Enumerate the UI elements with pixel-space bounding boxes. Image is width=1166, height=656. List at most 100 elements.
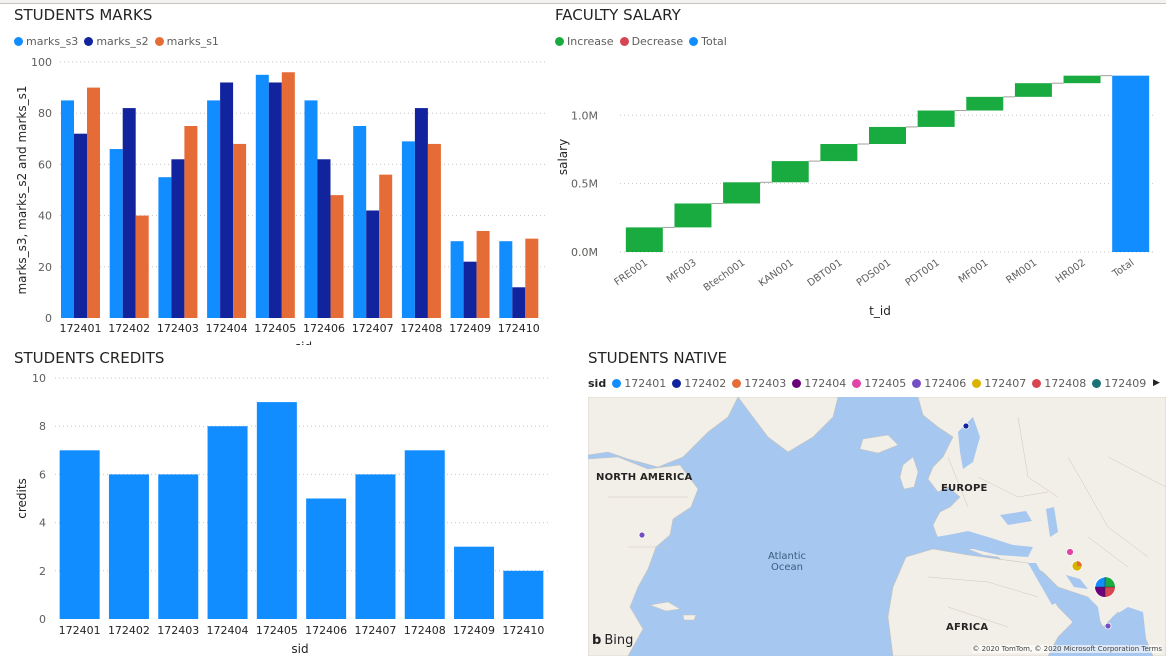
- waterfall-bar[interactable]: [1112, 75, 1150, 252]
- bar-marks_s3[interactable]: [450, 241, 464, 318]
- waterfall-bar[interactable]: [1014, 83, 1052, 97]
- legend-marker-icon: [912, 379, 922, 388]
- bar-credits[interactable]: [158, 474, 199, 619]
- students-credits-visual[interactable]: STUDENTS CREDITS 0 2 4 6 8 10 credits sid 172401…: [0, 345, 560, 656]
- bing-icon: b: [592, 633, 602, 648]
- waterfall-bar[interactable]: [869, 126, 906, 145]
- students-marks-visual[interactable]: STUDENTS MARKS marks_s3 marks_s2 marks_s…: [0, 0, 555, 345]
- map-canvas[interactable]: [588, 397, 1166, 656]
- bar-marks_s1[interactable]: [87, 87, 100, 318]
- map-point-172405[interactable]: [1066, 548, 1074, 556]
- bar-marks_s1[interactable]: [233, 143, 247, 318]
- bar-marks_s2[interactable]: [220, 82, 234, 318]
- bar-credits[interactable]: [404, 450, 445, 619]
- caribbean-islands: [649, 601, 697, 621]
- legend-item-172409[interactable]: 172409: [1092, 377, 1146, 390]
- waterfall-bar[interactable]: [1063, 75, 1101, 84]
- bar-marks_s2[interactable]: [512, 287, 526, 318]
- bar-marks_s3[interactable]: [109, 149, 123, 318]
- north-america-mainland: [588, 456, 699, 656]
- native-map[interactable]: NORTH AMERICA EUROPE AFRICA Atlantic Oce…: [588, 397, 1166, 656]
- map-pie-point-cluster[interactable]: [1094, 576, 1116, 598]
- legend-item-172404[interactable]: 172404: [792, 377, 846, 390]
- bar-marks_s2[interactable]: [414, 108, 428, 318]
- marks-chart-plot[interactable]: 0 20 40 60 80 100 marks_s3, marks_s2 and marks…: [0, 0, 555, 345]
- legend-item-172405[interactable]: 172405: [852, 377, 906, 390]
- x-tick-label: 172405: [254, 322, 296, 335]
- bar-credits[interactable]: [59, 450, 100, 619]
- terms-link[interactable]: Terms: [1141, 645, 1162, 653]
- legend-marker-icon: [672, 379, 682, 388]
- legend-item-172407[interactable]: 172407: [972, 377, 1026, 390]
- bar-credits[interactable]: [306, 498, 347, 620]
- bar-marks_s2[interactable]: [317, 159, 331, 318]
- waterfall-bar[interactable]: [723, 182, 761, 204]
- bar-marks_s1[interactable]: [427, 143, 441, 318]
- bar-marks_s1[interactable]: [184, 126, 198, 318]
- x-tick-label: PDT001: [904, 257, 942, 288]
- bar-marks_s2[interactable]: [171, 159, 185, 318]
- x-tick-label: 172407: [352, 322, 394, 335]
- x-tick-label: 172409: [449, 322, 491, 335]
- bar-marks_s3[interactable]: [158, 177, 172, 318]
- bar-credits[interactable]: [256, 402, 297, 619]
- legend-item-172406[interactable]: 172406: [912, 377, 966, 390]
- bar-marks_s1[interactable]: [135, 215, 149, 318]
- x-tick-label: 172404: [207, 624, 249, 637]
- x-tick-label: KAN001: [757, 257, 796, 289]
- bar-credits[interactable]: [454, 546, 495, 619]
- bar-marks_s1[interactable]: [330, 195, 344, 318]
- legend-scroll-right-icon[interactable]: ▶: [1153, 378, 1160, 388]
- map-point-172406[interactable]: [638, 531, 646, 539]
- bar-marks_s2[interactable]: [268, 82, 282, 318]
- bar-marks_s2[interactable]: [463, 261, 477, 318]
- legend-item-172402[interactable]: 172402: [672, 377, 726, 390]
- bar-credits[interactable]: [503, 570, 544, 619]
- waterfall-bar[interactable]: [771, 161, 809, 183]
- bar-marks_s1[interactable]: [476, 230, 490, 318]
- bar-marks_s1[interactable]: [379, 174, 393, 318]
- waterfall-bar[interactable]: [917, 110, 955, 127]
- x-tick-label: 172410: [498, 322, 540, 335]
- y-tick-label: 40: [38, 210, 52, 223]
- bar-marks_s3[interactable]: [401, 141, 415, 318]
- y-tick-label: 80: [38, 107, 52, 120]
- legend-item-172401[interactable]: 172401: [612, 377, 666, 390]
- faculty-salary-visual[interactable]: FACULTY SALARY Increase Decrease Total 0…: [555, 0, 1166, 345]
- legend-label: 172408: [1044, 377, 1087, 390]
- bar-credits[interactable]: [355, 474, 396, 619]
- credits-chart-plot[interactable]: 0 2 4 6 8 10 credits sid 172401 172402 172403 17240…: [0, 345, 560, 656]
- legend-item-172408[interactable]: 172408: [1032, 377, 1086, 390]
- legend-label: 172401: [624, 377, 667, 390]
- bar-credits[interactable]: [207, 426, 248, 619]
- y-tick-label: 60: [38, 158, 52, 171]
- bar-marks_s2[interactable]: [74, 133, 87, 318]
- x-tick-label: 172401: [59, 624, 101, 637]
- waterfall-bar[interactable]: [674, 203, 712, 228]
- bar-marks_s3[interactable]: [304, 100, 318, 319]
- bar-marks_s3[interactable]: [499, 241, 513, 318]
- salary-chart-plot[interactable]: 0.0M 0.5M 1.0M salary t_id FRE001 MF003 Btech00…: [555, 0, 1166, 345]
- bar-marks_s2[interactable]: [366, 210, 380, 318]
- map-point-172406[interactable]: [1104, 622, 1112, 630]
- bar-marks_s1[interactable]: [281, 72, 295, 319]
- waterfall-bar[interactable]: [625, 227, 663, 252]
- waterfall-bar[interactable]: [966, 96, 1004, 111]
- native-legend[interactable]: sid 172401 172402 172403 172404 172405 172406…: [588, 377, 1152, 390]
- bar-marks_s3[interactable]: [353, 126, 367, 318]
- bar-marks_s1[interactable]: [525, 238, 539, 318]
- bar-credits[interactable]: [108, 474, 149, 619]
- legend-item-172403[interactable]: 172403: [732, 377, 786, 390]
- map-pie-point-172407[interactable]: [1071, 560, 1083, 572]
- bar-marks_s3[interactable]: [207, 100, 221, 319]
- map-point-172406[interactable]: [962, 422, 970, 430]
- waterfall-bar[interactable]: [820, 144, 858, 162]
- y-tick-label: 100: [31, 56, 52, 69]
- x-tick-label: 172408: [400, 322, 442, 335]
- bar-marks_s2[interactable]: [122, 108, 136, 318]
- bar-marks_s3[interactable]: [61, 100, 74, 319]
- bar-marks_s3[interactable]: [255, 74, 269, 318]
- x-tick-label: DBT001: [806, 257, 845, 289]
- x-tick-label: 172410: [502, 624, 544, 637]
- x-tick-label: FRE001: [613, 257, 651, 288]
